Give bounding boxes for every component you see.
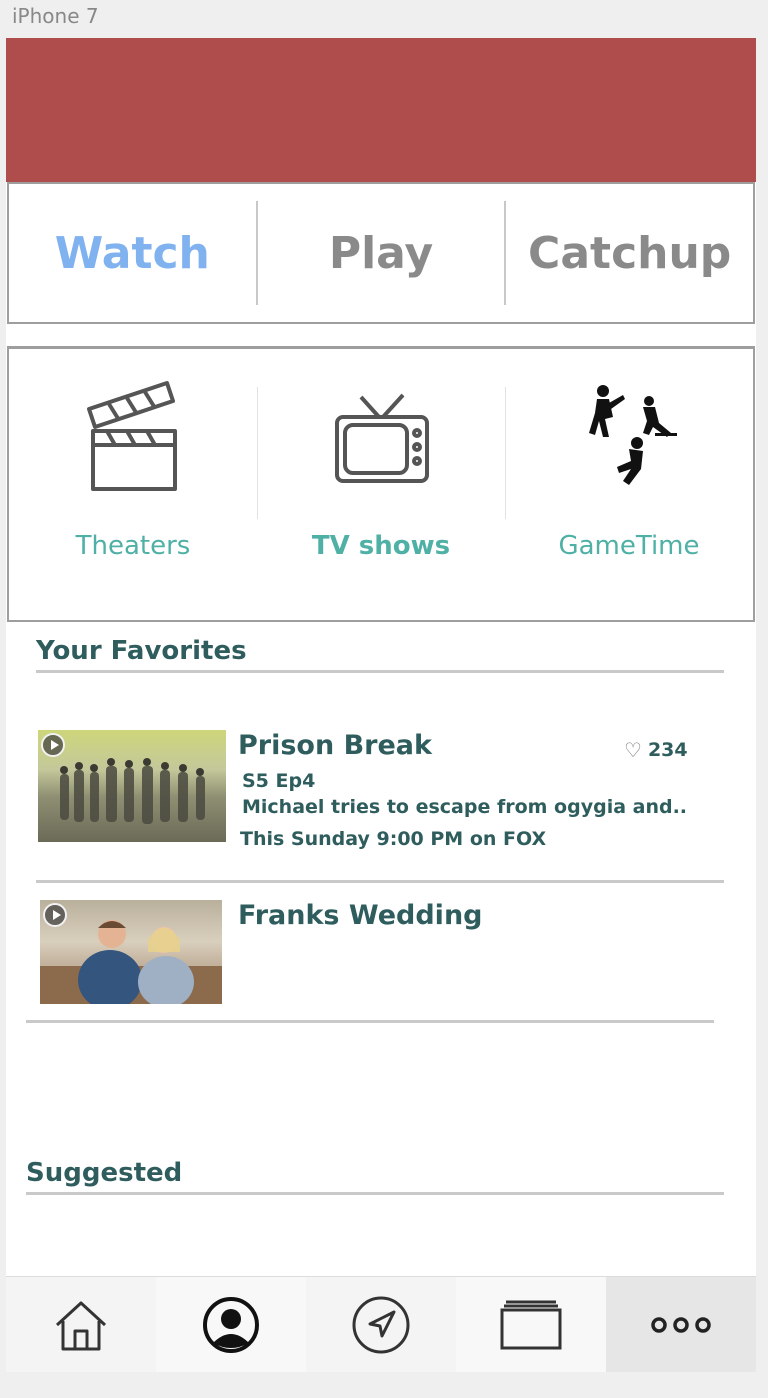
play-icon[interactable] [43, 903, 67, 927]
device-label: iPhone 7 [12, 4, 99, 28]
airtime-label: This Sunday 9:00 PM on FOX [240, 828, 547, 850]
tab-play[interactable]: Play [255, 201, 505, 305]
suggested-heading: Suggested [26, 1158, 183, 1188]
tv-icon [326, 377, 436, 497]
favorite-title: Prison Break [238, 730, 432, 761]
favorite-title: Franks Wedding [238, 900, 483, 931]
category-tv-shows-label: TV shows [311, 531, 451, 561]
phone-screen: Watch Play Catchup Theaters TV shows Gam… [6, 38, 756, 1372]
tab-catchup[interactable]: Catchup [504, 201, 753, 305]
nav-more[interactable] [606, 1277, 756, 1372]
home-icon [55, 1301, 107, 1350]
navigate-icon [352, 1296, 410, 1353]
category-gametime[interactable]: GameTime [505, 349, 753, 620]
category-theaters-label: Theaters [75, 531, 191, 561]
screens-icon [500, 1300, 562, 1349]
tab-watch-label: Watch [54, 227, 210, 279]
item-divider [26, 1020, 714, 1023]
episode-description: Michael tries to escape from ogygia and.… [242, 796, 688, 818]
tab-watch[interactable]: Watch [9, 201, 256, 305]
franks-wedding-thumbnail[interactable] [40, 900, 222, 1004]
category-gametime-label: GameTime [558, 531, 700, 561]
nav-profile[interactable] [156, 1277, 306, 1372]
episode-label: S5 Ep4 [242, 770, 316, 792]
heart-icon[interactable]: ♡ [624, 738, 642, 762]
more-icon [651, 1316, 711, 1333]
tab-play-label: Play [328, 227, 434, 279]
nav-home[interactable] [6, 1277, 156, 1372]
category-panel: Theaters TV shows GameTime [7, 346, 755, 622]
nav-screens[interactable] [456, 1277, 606, 1372]
category-tv-shows[interactable]: TV shows [257, 349, 505, 620]
top-tabs: Watch Play Catchup [7, 182, 755, 324]
header-bar [6, 38, 756, 182]
profile-icon [203, 1296, 259, 1353]
tab-catchup-label: Catchup [528, 227, 732, 279]
nav-navigate[interactable] [306, 1277, 456, 1372]
play-icon[interactable] [41, 733, 65, 757]
sports-players-icon [574, 377, 684, 497]
item-divider [36, 880, 724, 883]
category-theaters[interactable]: Theaters [9, 349, 257, 620]
suggested-divider [26, 1192, 724, 1195]
prison-break-thumbnail[interactable] [38, 730, 226, 842]
likes-count: ♡ 234 [624, 738, 688, 762]
favorites-heading: Your Favorites [36, 636, 247, 666]
likes-value: 234 [647, 739, 688, 761]
bottom-nav [6, 1276, 756, 1372]
clapperboard-icon [78, 377, 188, 497]
favorites-divider [36, 670, 724, 673]
